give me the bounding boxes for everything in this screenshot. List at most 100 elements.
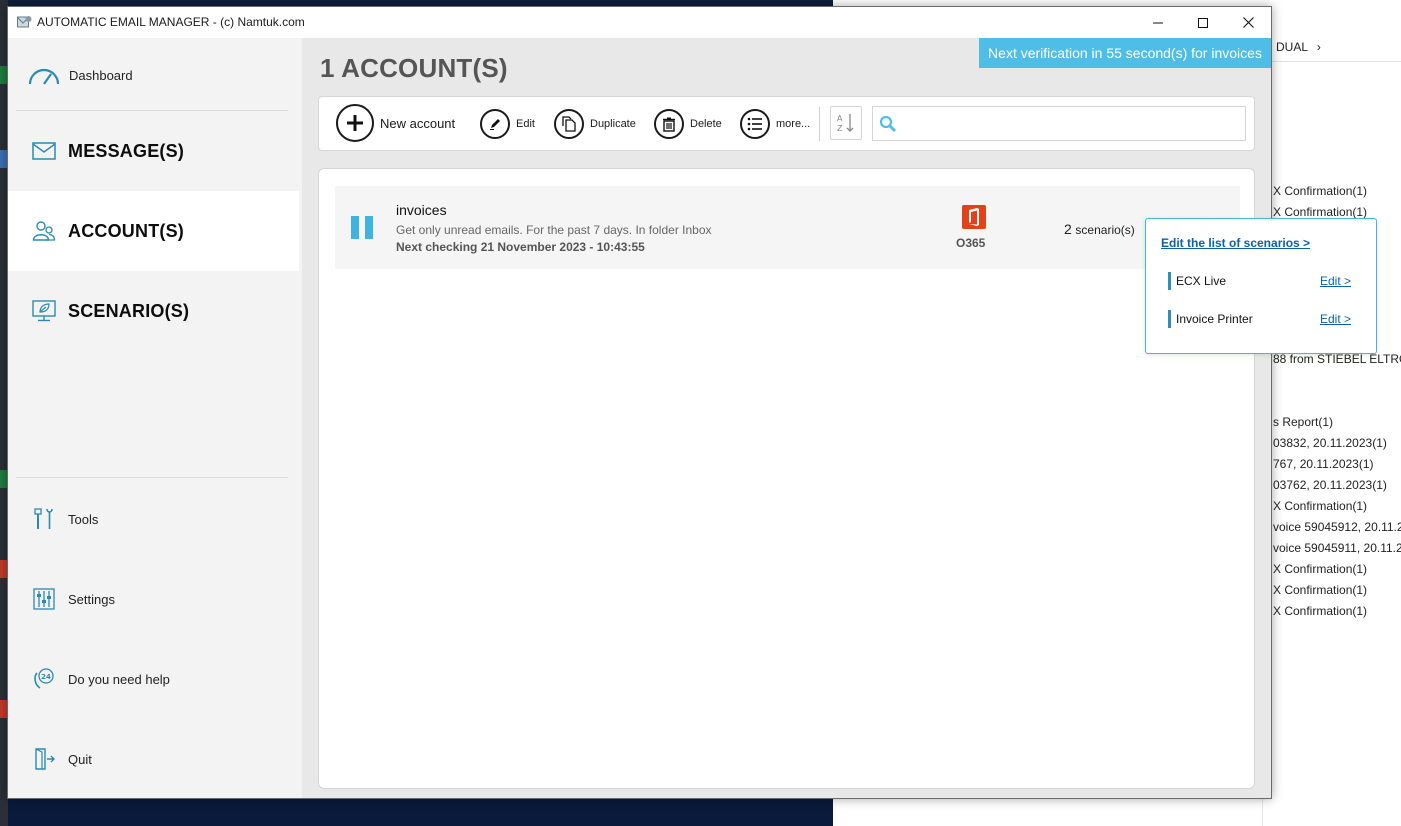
edit-label: Edit: [516, 118, 535, 130]
accounts-toolbar: New account Edit Duplicate Delete more..…: [318, 96, 1255, 151]
sidebar-item-tools[interactable]: Tools: [8, 479, 299, 559]
scenario-popup: Edit the list of scenarios > ECX Live Ed…: [1145, 218, 1377, 354]
background-mail-item: X Confirmation(1): [1273, 205, 1368, 219]
scenario-count[interactable]: 2 scenario(s): [1064, 221, 1135, 237]
accounts-list: invoices Get only unread emails. For the…: [318, 168, 1255, 789]
edit-button[interactable]: Edit: [480, 105, 535, 143]
background-mail-item: s Report(1): [1273, 415, 1334, 429]
delete-label: Delete: [690, 118, 722, 130]
scenario-marker: [1168, 310, 1171, 328]
account-description: Get only unread emails. For the past 7 d…: [396, 223, 712, 237]
background-mail-item: 03832, 20.11.2023(1): [1273, 436, 1387, 450]
tools-icon: [26, 505, 62, 533]
list-icon: [740, 109, 770, 139]
scenario-count-label: scenario(s): [1075, 223, 1135, 237]
scenario-name: Invoice Printer: [1176, 312, 1253, 326]
settings-sliders-icon: [26, 585, 62, 613]
title-bar[interactable]: AUTOMATIC EMAIL MANAGER - (c) Namtuk.com: [8, 7, 1271, 38]
edit-scenarios-list-link[interactable]: Edit the list of scenarios >: [1161, 236, 1310, 250]
close-button[interactable]: [1225, 7, 1271, 38]
sidebar-item-quit[interactable]: Quit: [8, 719, 299, 799]
background-mail-item: voice 59045912, 20.11.202: [1273, 520, 1401, 534]
sidebar-label-messages: MESSAGE(S): [68, 140, 185, 161]
pause-button[interactable]: [347, 210, 377, 244]
minimize-icon: [1153, 22, 1163, 23]
sidebar-label-tools: Tools: [68, 511, 99, 527]
dashboard-gauge-icon: [26, 61, 62, 89]
support-24-icon: 24: [26, 665, 62, 693]
maximize-button[interactable]: [1180, 7, 1226, 38]
maximize-icon: [1198, 17, 1208, 28]
more-button[interactable]: more...: [740, 105, 810, 143]
duplicate-button[interactable]: Duplicate: [554, 105, 636, 143]
search-input[interactable]: [903, 111, 1241, 137]
office365-icon: [962, 205, 986, 229]
duplicate-icon: [554, 109, 584, 139]
sidebar-item-accounts[interactable]: ACCOUNT(S): [8, 191, 299, 271]
breadcrumb-label: DUAL: [1276, 40, 1308, 54]
trash-icon: [654, 109, 684, 139]
background-mail-item: 03762, 20.11.2023(1): [1273, 478, 1387, 492]
background-breadcrumb: DUAL ›: [1276, 40, 1321, 54]
sidebar-divider: [16, 477, 288, 478]
sidebar-label-settings: Settings: [68, 591, 115, 607]
background-mail-item: X Confirmation(1): [1273, 562, 1368, 576]
background-mail-item: X Confirmation(1): [1273, 184, 1368, 198]
search-box: [872, 106, 1246, 141]
svg-text:24: 24: [41, 673, 51, 681]
toolbar-divider: [819, 107, 820, 141]
new-account-button[interactable]: New account: [336, 104, 455, 142]
background-mail-item: 88 from STIEBEL ELTRON: [1273, 352, 1401, 366]
edit-scenario-link[interactable]: Edit >: [1320, 312, 1351, 326]
background-mail-item: voice 59045911, 20.11.202: [1273, 541, 1401, 555]
plus-icon: [336, 104, 374, 142]
chevron-right-icon: ›: [1316, 40, 1321, 54]
sidebar-label-quit: Quit: [68, 751, 92, 767]
account-row[interactable]: invoices Get only unread emails. For the…: [335, 186, 1240, 269]
app-window: AUTOMATIC EMAIL MANAGER - (c) Namtuk.com…: [7, 6, 1272, 799]
background-toolbar: DUAL ›: [1263, 36, 1401, 62]
sidebar-item-messages[interactable]: MESSAGE(S): [8, 111, 299, 191]
minimize-button[interactable]: [1135, 7, 1181, 38]
sidebar-item-scenarios[interactable]: SCENARIO(S): [8, 271, 299, 351]
sidebar-label-accounts: ACCOUNT(S): [68, 220, 184, 241]
search-icon: [879, 115, 896, 132]
sidebar-label-help: Do you need help: [68, 671, 170, 687]
scenario-count-number: 2: [1064, 221, 1072, 237]
sort-az-button[interactable]: A Z: [830, 106, 862, 140]
sidebar-item-settings[interactable]: Settings: [8, 559, 299, 639]
background-mail-item: X Confirmation(1): [1273, 583, 1368, 597]
scenario-marker: [1168, 272, 1171, 290]
background-mail-item: X Confirmation(1): [1273, 604, 1368, 618]
new-account-label: New account: [380, 115, 456, 131]
account-name: invoices: [396, 202, 447, 218]
window-title: AUTOMATIC EMAIL MANAGER - (c) Namtuk.com: [37, 15, 305, 29]
sort-az-icon: A Z: [837, 114, 854, 133]
verification-notification: Next verification in 55 second(s) for in…: [979, 38, 1271, 68]
sidebar-label-dashboard: Dashboard: [69, 67, 133, 83]
svg-text:Z: Z: [837, 124, 843, 133]
background-mail-item: 767, 20.11.2023(1): [1273, 457, 1374, 471]
edit-scenario-link[interactable]: Edit >: [1320, 274, 1351, 288]
background-mail-list: DUAL › X Confirmation(1) X Confirmation(…: [1262, 36, 1401, 826]
pencil-icon: [480, 109, 510, 139]
account-next-checking: Next checking 21 November 2023 - 10:43:5…: [396, 240, 645, 254]
scenario-name: ECX Live: [1176, 274, 1227, 288]
duplicate-label: Duplicate: [590, 118, 636, 130]
exit-door-icon: [26, 745, 62, 773]
scenario-item: ECX Live Edit >: [1168, 271, 1358, 291]
more-label: more...: [776, 118, 811, 130]
scenario-item: Invoice Printer Edit >: [1168, 309, 1358, 329]
delete-button[interactable]: Delete: [654, 105, 722, 143]
svg-text:A: A: [837, 114, 843, 123]
sidebar: Dashboard MESSAGE(S) ACCOUNT(S) SCENARIO…: [8, 38, 302, 798]
envelope-icon: [26, 137, 62, 165]
sidebar-label-scenarios: SCENARIO(S): [68, 300, 190, 321]
users-icon: [26, 217, 62, 245]
sidebar-item-help[interactable]: 24 Do you need help: [8, 639, 299, 719]
monitor-leaf-icon: [26, 297, 62, 325]
main-content: 1 ACCOUNT(S) Next verification in 55 sec…: [302, 38, 1271, 798]
provider-label: O365: [956, 236, 986, 250]
app-logo-icon: [17, 16, 32, 28]
sidebar-item-dashboard[interactable]: Dashboard: [8, 35, 299, 115]
